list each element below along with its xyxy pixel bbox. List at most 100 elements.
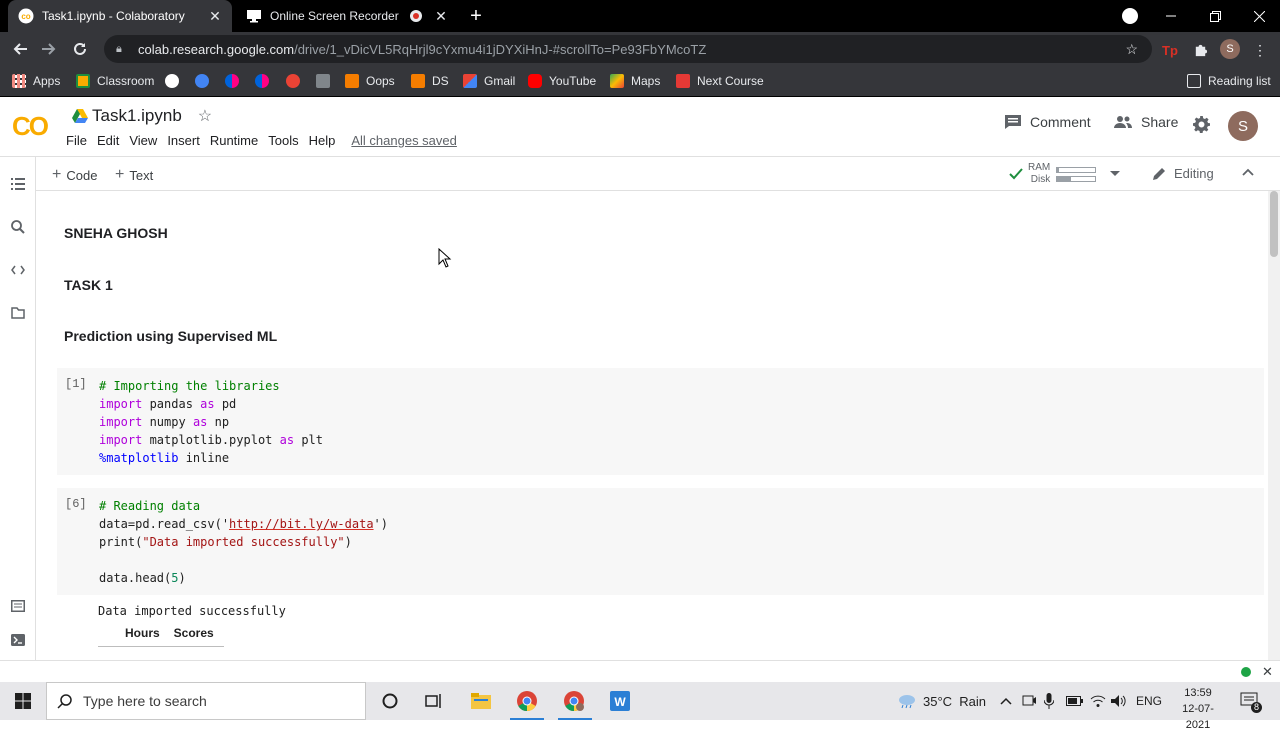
dataframe-column: Scores — [173, 626, 214, 640]
classroom-icon — [76, 74, 90, 88]
bookmark-maps[interactable]: Maps — [610, 71, 660, 91]
bookmark-oops[interactable]: Oops — [345, 71, 395, 91]
editing-mode-button[interactable]: Editing — [1152, 166, 1214, 181]
tab-colab[interactable]: co Task1.ipynb - Colaboratory ✕ — [8, 0, 232, 32]
chrome-profile-taskbar-icon[interactable] — [561, 688, 587, 714]
notebook-title[interactable]: Task1.ipynb — [92, 106, 182, 126]
bookmark-gmail[interactable]: Gmail — [463, 71, 515, 91]
user-avatar[interactable]: S — [1228, 111, 1258, 141]
bookmark-google[interactable] — [165, 71, 179, 91]
menu-file[interactable]: File — [66, 133, 97, 148]
search-icon[interactable] — [9, 218, 27, 236]
taskbar-search-box[interactable]: Type here to search — [46, 682, 366, 720]
profile-avatar[interactable]: S — [1220, 39, 1240, 59]
word-app-icon[interactable]: W — [607, 688, 633, 714]
colab-logo[interactable]: CO — [12, 111, 49, 142]
tab-search-icon[interactable] — [1122, 8, 1138, 24]
task-view-icon[interactable] — [421, 688, 447, 714]
save-status[interactable]: All changes saved — [351, 133, 467, 148]
command-palette-icon[interactable] — [9, 597, 27, 615]
code-text: ) — [178, 571, 186, 585]
files-folder-icon[interactable] — [9, 304, 27, 322]
menu-insert[interactable]: Insert — [167, 133, 210, 148]
close-tab-icon[interactable]: ✕ — [206, 7, 224, 25]
notification-center-icon[interactable]: 8 — [1240, 682, 1263, 720]
code-editor[interactable]: # Importing the libraries import pandas … — [99, 377, 323, 467]
code-cell-1[interactable]: [1] # Importing the libraries import pan… — [57, 368, 1264, 475]
extensions-puzzle-icon[interactable] — [1190, 40, 1210, 60]
new-tab-button[interactable]: + — [466, 6, 486, 26]
chrome-taskbar-icon[interactable] — [514, 688, 540, 714]
menu-edit[interactable]: Edit — [97, 133, 129, 148]
comment-button[interactable]: Comment — [1004, 114, 1091, 130]
forward-arrow-icon[interactable] — [38, 38, 60, 60]
url-path: /drive/1_vDicVL5RqHrjl9cYxmu4i1jDYXiHnJ-… — [294, 41, 707, 57]
bookmark-star-icon[interactable]: ☆ — [1125, 41, 1138, 58]
cell-output-text: Data imported successfully — [98, 604, 286, 618]
menu-tools[interactable]: Tools — [268, 133, 308, 148]
terminal-icon[interactable] — [9, 631, 27, 649]
weather-widget[interactable]: 35°C Rain — [897, 682, 986, 720]
microphone-icon[interactable] — [1044, 682, 1054, 720]
bookmark-next-course[interactable]: Next Course — [676, 71, 764, 91]
text-cell-author[interactable]: SNEHA GHOSH — [64, 225, 168, 241]
settings-gear-icon[interactable] — [1193, 116, 1210, 133]
chrome-menu-icon[interactable]: ⋮ — [1250, 40, 1270, 60]
bookmark-sheet[interactable] — [316, 71, 330, 91]
close-window-icon[interactable] — [1238, 0, 1280, 32]
bookmark-classroom[interactable]: Classroom — [76, 71, 154, 91]
code-text: data.head( — [99, 571, 172, 585]
add-code-cell-button[interactable]: + Code — [52, 166, 97, 184]
wifi-icon[interactable] — [1090, 682, 1106, 720]
taskbar-clock[interactable]: 13:59 12-07-2021 — [1170, 685, 1226, 733]
bookmark-apps[interactable]: Apps — [12, 71, 60, 91]
resource-labels: RAM Disk — [1028, 162, 1050, 186]
code-snippets-icon[interactable] — [9, 261, 27, 279]
code-text: np — [207, 415, 230, 429]
share-button[interactable]: Share — [1113, 114, 1178, 130]
menu-help[interactable]: Help — [309, 133, 346, 148]
table-of-contents-icon[interactable] — [9, 175, 27, 193]
text-cell-title[interactable]: Prediction using Supervised ML — [64, 328, 277, 344]
vertical-scrollbar[interactable] — [1268, 191, 1280, 660]
search-placeholder: Type here to search — [83, 693, 207, 709]
bookmark-ds[interactable]: DS — [411, 71, 449, 91]
bookmark-meet[interactable] — [195, 71, 209, 91]
volume-icon[interactable] — [1111, 682, 1127, 720]
address-bar[interactable]: 🔒︎ colab.research.google.com/drive/1_vDi… — [104, 35, 1152, 63]
bookmark-zoho[interactable] — [286, 71, 300, 91]
scrollbar-thumb[interactable] — [1270, 191, 1278, 257]
cortana-circle-icon[interactable] — [377, 688, 403, 714]
file-explorer-icon[interactable] — [468, 688, 494, 714]
onedrive-meet-icon[interactable] — [1022, 682, 1036, 720]
code-text: pandas — [142, 397, 201, 411]
runtime-resources[interactable]: RAM Disk — [1008, 162, 1121, 186]
tab-screen-recorder[interactable]: Online Screen Recorder ✕ — [236, 0, 458, 32]
restore-icon[interactable] — [1194, 0, 1236, 32]
minimize-icon[interactable] — [1150, 0, 1192, 32]
bookmark-flickr[interactable] — [225, 71, 239, 91]
code-cell-2[interactable]: [6] # Reading data data=pd.read_csv('htt… — [57, 488, 1264, 595]
menu-runtime[interactable]: Runtime — [210, 133, 268, 148]
connected-check-icon — [1009, 168, 1023, 180]
text-cell-task[interactable]: TASK 1 — [64, 277, 113, 293]
back-arrow-icon[interactable] — [9, 38, 31, 60]
add-text-cell-button[interactable]: + Text — [115, 166, 153, 184]
dropdown-caret-icon[interactable] — [1110, 171, 1121, 177]
reload-icon[interactable] — [69, 38, 91, 60]
close-tab-icon[interactable]: ✕ — [432, 7, 450, 25]
reading-list-button[interactable]: Reading list — [1187, 71, 1271, 91]
windows-start-icon[interactable] — [10, 688, 36, 714]
code-editor[interactable]: # Reading data data=pd.read_csv('http://… — [99, 497, 388, 587]
bookmark-youtube[interactable]: YouTube — [528, 71, 596, 91]
show-hidden-icons-chevron-icon[interactable] — [1000, 682, 1012, 720]
tp-extension-icon[interactable]: Tp — [1160, 40, 1180, 60]
star-icon[interactable]: ☆ — [198, 106, 212, 126]
close-status-icon[interactable]: ✕ — [1262, 664, 1273, 680]
input-language[interactable]: ENG — [1136, 682, 1162, 720]
collapse-header-chevron-icon[interactable] — [1242, 168, 1254, 176]
battery-icon[interactable] — [1066, 682, 1084, 720]
bookmark-flickr-2[interactable] — [255, 71, 269, 91]
code-keyword: as — [200, 397, 215, 411]
menu-view[interactable]: View — [129, 133, 167, 148]
